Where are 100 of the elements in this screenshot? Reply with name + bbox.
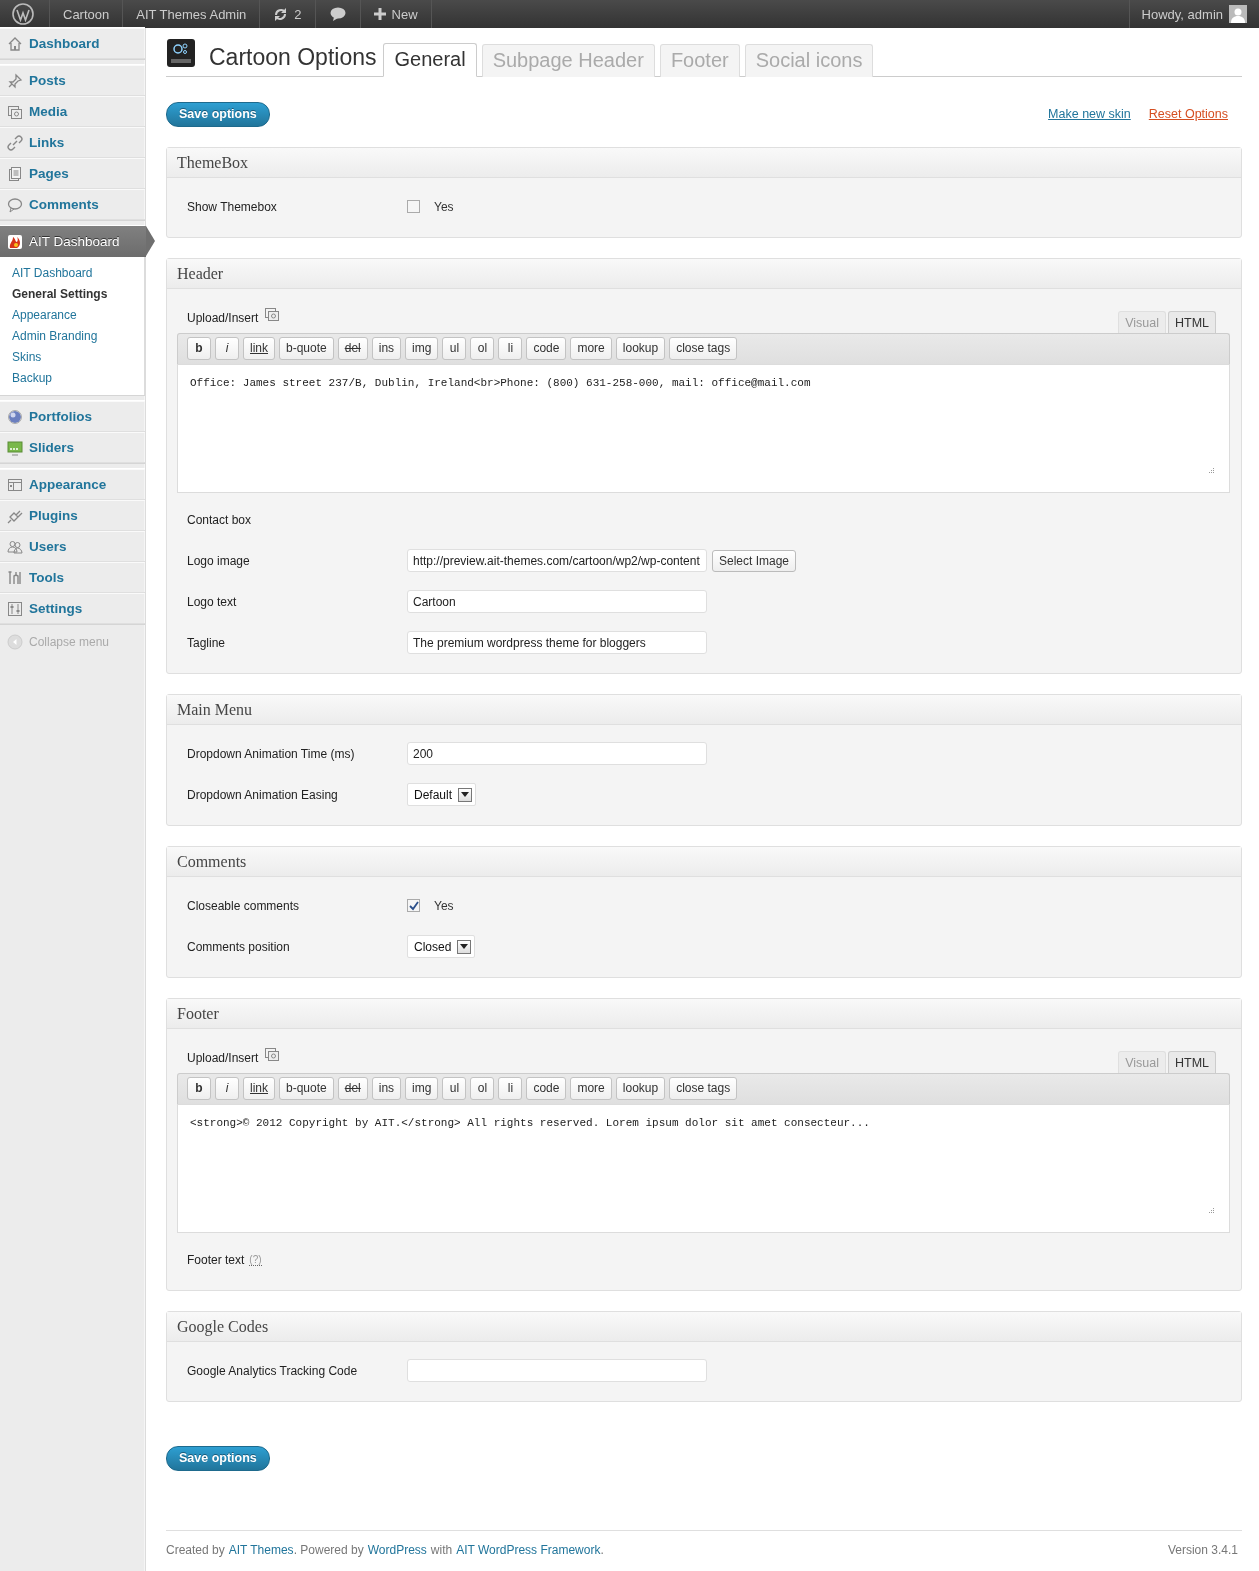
tab[interactable]: General <box>383 43 477 77</box>
format-button[interactable]: link <box>243 1077 275 1100</box>
update-count[interactable]: 2 <box>294 6 302 22</box>
format-button[interactable]: b-quote <box>279 1077 334 1100</box>
format-button[interactable]: code <box>526 337 567 360</box>
save-button[interactable]: Save options <box>166 101 270 127</box>
media-icon[interactable] <box>264 306 281 322</box>
plus-icon[interactable] <box>373 8 386 20</box>
admin-link[interactable]: AIT Themes Admin <box>123 0 261 28</box>
format-button[interactable]: lookup <box>615 1077 666 1100</box>
submenu-item[interactable]: Appearance <box>0 305 89 326</box>
sidebar-item[interactable]: Portfolios <box>0 401 145 432</box>
format-button[interactable]: b <box>187 1077 211 1100</box>
save-button[interactable]: Save options <box>166 1446 270 1471</box>
text-field[interactable] <box>407 1359 707 1382</box>
users-icon <box>7 538 23 555</box>
format-button[interactable]: b-quote <box>279 337 334 360</box>
format-button[interactable]: ul <box>442 1077 467 1100</box>
format-button[interactable]: ins <box>371 337 402 360</box>
footer-link[interactable]: AIT Themes <box>228 1543 294 1557</box>
upload-insert-label: Upload/Insert <box>187 1051 259 1065</box>
site-link[interactable]: Cartoon <box>50 0 124 28</box>
sidebar-item[interactable]: Posts <box>0 65 145 96</box>
editor-tab[interactable]: HTML <box>1167 1051 1216 1073</box>
format-button[interactable]: close tags <box>669 337 738 360</box>
format-button[interactable]: ins <box>371 1077 402 1100</box>
format-button[interactable]: i <box>215 337 239 360</box>
footer-link[interactable]: WordPress <box>367 1543 427 1557</box>
sidebar-item[interactable]: Appearance <box>0 469 145 500</box>
account-link[interactable]: Howdy, admin <box>1141 6 1223 22</box>
editor-text[interactable]: <strong>© 2012 Copyright by AIT.</strong> All rights reserved. Lorem ipsum dolor sit amet consecteur... <box>190 1117 870 1129</box>
sidebar-item[interactable]: Sliders <box>0 432 145 463</box>
flame-icon <box>7 233 23 250</box>
refresh-icon[interactable] <box>273 6 289 22</box>
sidebar-item[interactable]: Settings <box>0 593 145 624</box>
media-icon[interactable] <box>264 1046 281 1062</box>
sidebar-item[interactable]: Tools <box>0 562 145 593</box>
pin-icon <box>7 72 23 89</box>
field-label: Footer text <box>187 1252 245 1267</box>
field-label: Tagline <box>187 635 227 650</box>
version-text: Version 3.4.1 <box>1167 1543 1238 1557</box>
format-button[interactable]: del <box>337 337 368 360</box>
sidebar-item[interactable]: Media <box>0 96 145 127</box>
link-icon <box>7 134 23 151</box>
field-label: Google Analytics Tracking Code <box>187 1363 359 1378</box>
format-button[interactable]: lookup <box>615 337 666 360</box>
format-button[interactable]: img <box>405 337 439 360</box>
format-button[interactable]: ol <box>470 1077 495 1100</box>
editor-tab[interactable]: HTML <box>1167 311 1216 333</box>
footer-text: . <box>600 1543 604 1557</box>
check-icon <box>408 900 419 911</box>
new-link[interactable]: New <box>391 6 418 22</box>
checkbox[interactable] <box>407 200 420 213</box>
format-button[interactable]: ol <box>470 337 495 360</box>
submenu-item[interactable]: Skins <box>0 347 54 368</box>
text-field[interactable]: 200 <box>407 742 707 765</box>
format-button[interactable]: more <box>570 337 612 360</box>
section-title: ThemeBox <box>167 148 1241 178</box>
select-field[interactable]: Closed <box>407 935 476 958</box>
format-button[interactable]: i <box>215 1077 239 1100</box>
select-image-button[interactable]: Select Image <box>712 549 797 572</box>
globe-icon <box>7 408 23 425</box>
submenu-item[interactable]: AIT Dashboard <box>0 263 105 284</box>
format-button[interactable]: code <box>526 1077 567 1100</box>
pages-icon <box>7 165 23 182</box>
editor-text[interactable]: Office: James street 237/B, Dublin, Ireland<br>Phone: (800) 631-258-000, mail: office@mail.com <box>190 377 811 389</box>
tools-icon <box>7 569 23 586</box>
submenu-item[interactable]: Backup <box>0 368 65 389</box>
dropdown-arrow-icon <box>461 792 470 797</box>
format-button[interactable]: more <box>570 1077 612 1100</box>
sidebar-item[interactable]: Links <box>0 127 145 158</box>
format-button[interactable]: li <box>498 337 523 360</box>
wordpress-logo-icon[interactable] <box>12 3 34 25</box>
format-button[interactable]: del <box>337 1077 368 1100</box>
make-skin-link[interactable]: Make new skin <box>1048 107 1131 121</box>
format-button[interactable]: b <box>187 337 211 360</box>
checkbox[interactable] <box>407 899 420 912</box>
speech-bubble-icon[interactable] <box>329 7 346 21</box>
text-field[interactable]: Cartoon <box>407 590 707 613</box>
format-button[interactable]: img <box>405 1077 439 1100</box>
resize-grip-icon[interactable] <box>1207 1207 1215 1215</box>
field-label: Logo text <box>187 594 238 609</box>
sidebar-item[interactable]: Plugins <box>0 500 145 531</box>
format-button[interactable]: ul <box>442 337 467 360</box>
sidebar-item[interactable]: Dashboard <box>0 28 145 59</box>
sliders-icon <box>7 600 23 617</box>
format-button[interactable]: li <box>498 1077 523 1100</box>
submenu-item[interactable]: General Settings <box>0 284 120 305</box>
sidebar-item[interactable]: Users <box>0 531 145 562</box>
avatar-icon[interactable] <box>1229 5 1247 23</box>
submenu-item[interactable]: Admin Branding <box>0 326 110 347</box>
format-button[interactable]: link <box>243 337 275 360</box>
reset-link[interactable]: Reset Options <box>1148 107 1228 121</box>
format-button[interactable]: close tags <box>669 1077 738 1100</box>
sidebar-item[interactable]: Pages <box>0 158 145 189</box>
text-field[interactable]: The premium wordpress theme for bloggers <box>407 631 707 654</box>
resize-grip-icon[interactable] <box>1207 467 1215 475</box>
url-field[interactable]: http://preview.ait-themes.com/cartoon/wp2/wp-content <box>407 549 707 572</box>
select-field[interactable]: Default <box>407 783 477 806</box>
sidebar-item[interactable]: Comments <box>0 189 145 220</box>
